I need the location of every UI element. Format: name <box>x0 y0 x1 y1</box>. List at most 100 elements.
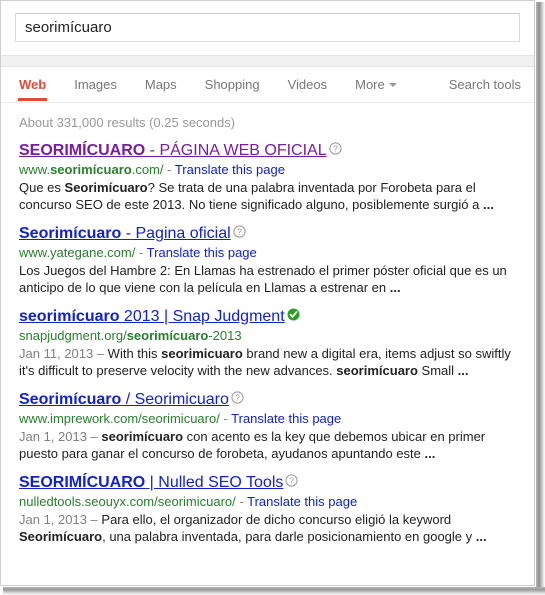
snippet-keyword: seorimícuaro <box>101 429 184 444</box>
result-title-link[interactable]: Seorimícuaro / Seorimicuaro <box>19 391 229 408</box>
snippet-keyword: seorimícuaro <box>336 363 418 378</box>
result-url-row: snapjudgment.org/seorimícuaro-2013 <box>19 326 534 344</box>
result-snippet: Jan 11, 2013 – With this seorimicuaro br… <box>19 344 519 379</box>
translate-page-link[interactable]: Translate this page <box>147 245 257 260</box>
search-tools-button[interactable]: Search tools <box>449 67 521 92</box>
result-url[interactable]: www.imprework.com/seorimicuaro/ <box>19 411 220 426</box>
result-url-prefix: snapjudgment.org/ <box>19 328 127 343</box>
result-url-prefix: www.yategane.com/ <box>19 245 136 260</box>
nav-tab-label: Images <box>74 77 117 92</box>
nav-tab-web[interactable]: Web <box>17 67 48 101</box>
verified-check-icon <box>287 308 300 321</box>
nav-tab-label: Web <box>19 77 47 92</box>
result-title-rest: - PÁGINA WEB OFICIAL <box>145 142 327 159</box>
result-title-rest: / Seorimicuaro <box>121 391 229 408</box>
result-url-prefix: nulledtools.seouyx.com/seorimicuaro/ <box>19 494 236 509</box>
results-container: About 331,000 results (0.25 seconds) SEO… <box>1 103 534 556</box>
result-url-row: www.imprework.com/seorimicuaro/ - Transl… <box>19 409 534 427</box>
result-url-keyword: seorimícuaro <box>50 162 132 177</box>
svg-text:?: ? <box>333 144 338 154</box>
question-badge-icon: ? <box>231 391 244 404</box>
result-snippet: Los Juegos del Hambre 2: En Llamas ha es… <box>19 261 519 296</box>
nav-tab-maps[interactable]: Maps <box>145 67 177 92</box>
snippet-keyword: Seorimícuaro <box>19 529 103 544</box>
result-url-prefix: www.imprework.com/seorimicuaro/ <box>19 411 220 426</box>
translate-page-link[interactable]: Translate this page <box>175 162 285 177</box>
screenshot-frame: Web Images Maps Shopping Videos More Search to… <box>0 0 545 595</box>
result-title-rest: | Nulled SEO Tools <box>145 474 284 491</box>
nav-tab-label: Shopping <box>204 77 260 92</box>
snippet-keyword: Seorimícuaro <box>64 180 148 195</box>
result-url[interactable]: snapjudgment.org/seorimícuaro-2013 <box>19 328 242 343</box>
snippet-text: Que es <box>19 180 65 195</box>
snippet-keyword: ... <box>475 529 487 544</box>
result-title-keyword: SEORIMÍCUARO <box>19 474 146 491</box>
snippet-keyword: ... <box>389 280 401 295</box>
search-result: Seorimícuaro / Seorimicuaro? www.imprewor… <box>19 390 534 473</box>
result-url-row: www.yategane.com/ - Translate this page <box>19 243 534 261</box>
result-title-keyword: seorimícuaro <box>19 308 120 325</box>
result-url[interactable]: nulledtools.seouyx.com/seorimicuaro/ <box>19 494 236 509</box>
result-title-rest: - Pagina oficial <box>121 225 231 242</box>
nav-tab-images[interactable]: Images <box>74 67 117 92</box>
result-url[interactable]: www.seorimícuaro.com/ <box>19 162 164 177</box>
url-separator: - <box>235 494 248 509</box>
result-url[interactable]: www.yategane.com/ <box>19 245 135 260</box>
result-title-link[interactable]: Seorimícuaro - Pagina oficial <box>19 225 231 242</box>
question-badge-icon: ? <box>329 142 342 155</box>
url-separator: - <box>163 162 175 177</box>
search-input-wrap[interactable] <box>15 13 520 42</box>
search-input[interactable] <box>16 14 519 41</box>
snippet-keyword: ... <box>424 446 436 461</box>
search-results-page: Web Images Maps Shopping Videos More Search to… <box>0 0 535 586</box>
result-title-row: SEORIMÍCUARO | Nulled SEO Tools? <box>19 473 534 492</box>
result-title-link[interactable]: seorimícuaro 2013 | Snap Judgment <box>19 308 285 325</box>
nav-tab-shopping[interactable]: Shopping <box>205 67 260 92</box>
snippet-date: Jan 1, 2013 – <box>19 429 102 444</box>
result-url-row: nulledtools.seouyx.com/seorimicuaro/ - T… <box>19 492 534 510</box>
window-edge-shadow-right <box>536 2 545 591</box>
result-url-prefix: www. <box>19 162 51 177</box>
result-title-row: Seorimícuaro / Seorimicuaro? <box>19 390 534 409</box>
nav-tab-label: Maps <box>144 77 177 92</box>
result-stats: About 331,000 results (0.25 seconds) <box>19 115 236 130</box>
nav-tab-label: Videos <box>287 77 328 92</box>
result-title-keyword: SEORIMÍCUARO <box>19 142 146 159</box>
question-badge-icon: ? <box>285 474 298 487</box>
svg-text:?: ? <box>290 476 295 486</box>
snippet-keyword: seorimicuaro <box>161 346 243 361</box>
search-bar-zone <box>1 1 534 55</box>
nav-tab-more[interactable]: More <box>355 67 397 92</box>
svg-text:?: ? <box>235 393 240 403</box>
result-title-link[interactable]: SEORIMÍCUARO | Nulled SEO Tools <box>19 474 283 491</box>
result-url-row: www.seorimícuaro.com/ - Translate this p… <box>19 160 534 178</box>
result-snippet: Jan 1, 2013 – Para ello, el organizador … <box>19 510 519 545</box>
snippet-text: Los Juegos del Hambre 2: En Llamas ha es… <box>19 263 507 295</box>
result-url-suffix: -2013 <box>208 328 242 343</box>
result-title-link[interactable]: SEORIMÍCUARO - PÁGINA WEB OFICIAL <box>19 142 327 159</box>
url-separator: - <box>219 411 232 426</box>
result-title-rest: 2013 | Snap Judgment <box>119 308 285 325</box>
chevron-down-icon <box>388 82 397 87</box>
snippet-date: Jan 11, 2013 – <box>19 346 108 361</box>
translate-page-link[interactable]: Translate this page <box>231 411 341 426</box>
nav-tab-videos[interactable]: Videos <box>288 67 328 92</box>
header-divider-strip <box>1 55 534 67</box>
snippet-text: , una palabra inventada, para darle posi… <box>102 529 476 544</box>
nav-tab-label: More <box>355 77 385 92</box>
result-url-keyword: seorimícuaro <box>126 328 209 343</box>
snippet-text: Para ello, el organizador de dicho concu… <box>101 512 452 527</box>
snippet-keyword: ... <box>482 197 494 212</box>
url-separator: - <box>135 245 147 260</box>
result-snippet: Jan 1, 2013 – seorimícuaro con acento es… <box>19 427 519 462</box>
result-title-keyword: Seorimícuaro <box>19 391 122 408</box>
result-title-row: seorimícuaro 2013 | Snap Judgment <box>19 307 534 326</box>
question-badge-icon: ? <box>233 225 246 238</box>
search-result: seorimícuaro 2013 | Snap Judgment snapjud… <box>19 307 534 390</box>
snippet-date: Jan 1, 2013 – <box>19 512 102 527</box>
svg-text:?: ? <box>237 227 242 237</box>
translate-page-link[interactable]: Translate this page <box>247 494 357 509</box>
result-title-row: SEORIMÍCUARO - PÁGINA WEB OFICIAL? <box>19 141 534 160</box>
search-result: Seorimícuaro - Pagina oficial? www.yatega… <box>19 224 534 307</box>
search-result: SEORIMÍCUARO | Nulled SEO Tools? nulledto… <box>19 473 534 556</box>
